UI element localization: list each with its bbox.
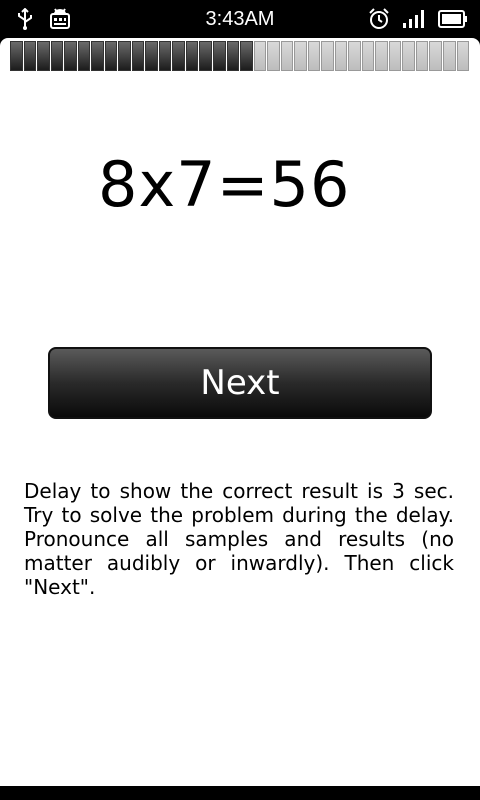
progress-segment-complete (10, 41, 23, 71)
progress-segment-complete (226, 41, 240, 71)
problem-text: 8x7=56 (98, 148, 351, 221)
progress-segment-pending (388, 41, 402, 71)
progress-segment-pending (334, 41, 348, 71)
progress-segment-complete (104, 41, 118, 71)
bottom-bar (0, 786, 480, 800)
progress-segment-pending (321, 41, 334, 71)
app-content: 8x7=56 Next Delay to show the correct re… (0, 38, 480, 786)
instructions-text: Delay to show the correct result is 3 se… (24, 479, 454, 599)
progress-segment-complete (199, 41, 212, 71)
progress-segment-pending (294, 41, 307, 71)
progress-segment-complete (77, 41, 91, 71)
progress-segment-pending (415, 41, 429, 71)
progress-segment-pending (361, 41, 375, 71)
battery-icon (438, 10, 468, 32)
progress-segment-pending (348, 41, 361, 71)
progress-segment-complete (212, 41, 226, 71)
progress-segment-complete (118, 41, 131, 71)
progress-segment-pending (307, 41, 321, 71)
signal-strength-icon (402, 9, 426, 33)
progress-segment-complete (50, 41, 64, 71)
progress-segment-pending (429, 41, 442, 71)
progress-segment-complete (91, 41, 104, 71)
progress-segment-complete (240, 41, 253, 71)
progress-segment-complete (172, 41, 185, 71)
alarm-clock-icon (368, 8, 390, 34)
progress-segment-pending (375, 41, 388, 71)
status-bar: 3:43AM (0, 0, 480, 38)
progress-segment-complete (185, 41, 199, 71)
progress-segment-complete (37, 41, 50, 71)
progress-segment-complete (158, 41, 172, 71)
progress-segment-pending (267, 41, 280, 71)
progress-segment-pending (253, 41, 267, 71)
progress-bar (10, 41, 470, 71)
progress-segment-pending (280, 41, 294, 71)
progress-segment-complete (145, 41, 158, 71)
progress-segment-pending (443, 41, 456, 71)
progress-segment-pending (456, 41, 470, 71)
progress-segment-pending (402, 41, 415, 71)
status-bar-right-icons (368, 8, 468, 34)
next-button[interactable]: Next (48, 347, 432, 419)
progress-segment-complete (131, 41, 145, 71)
progress-segment-complete (23, 41, 37, 71)
progress-segment-complete (64, 41, 77, 71)
